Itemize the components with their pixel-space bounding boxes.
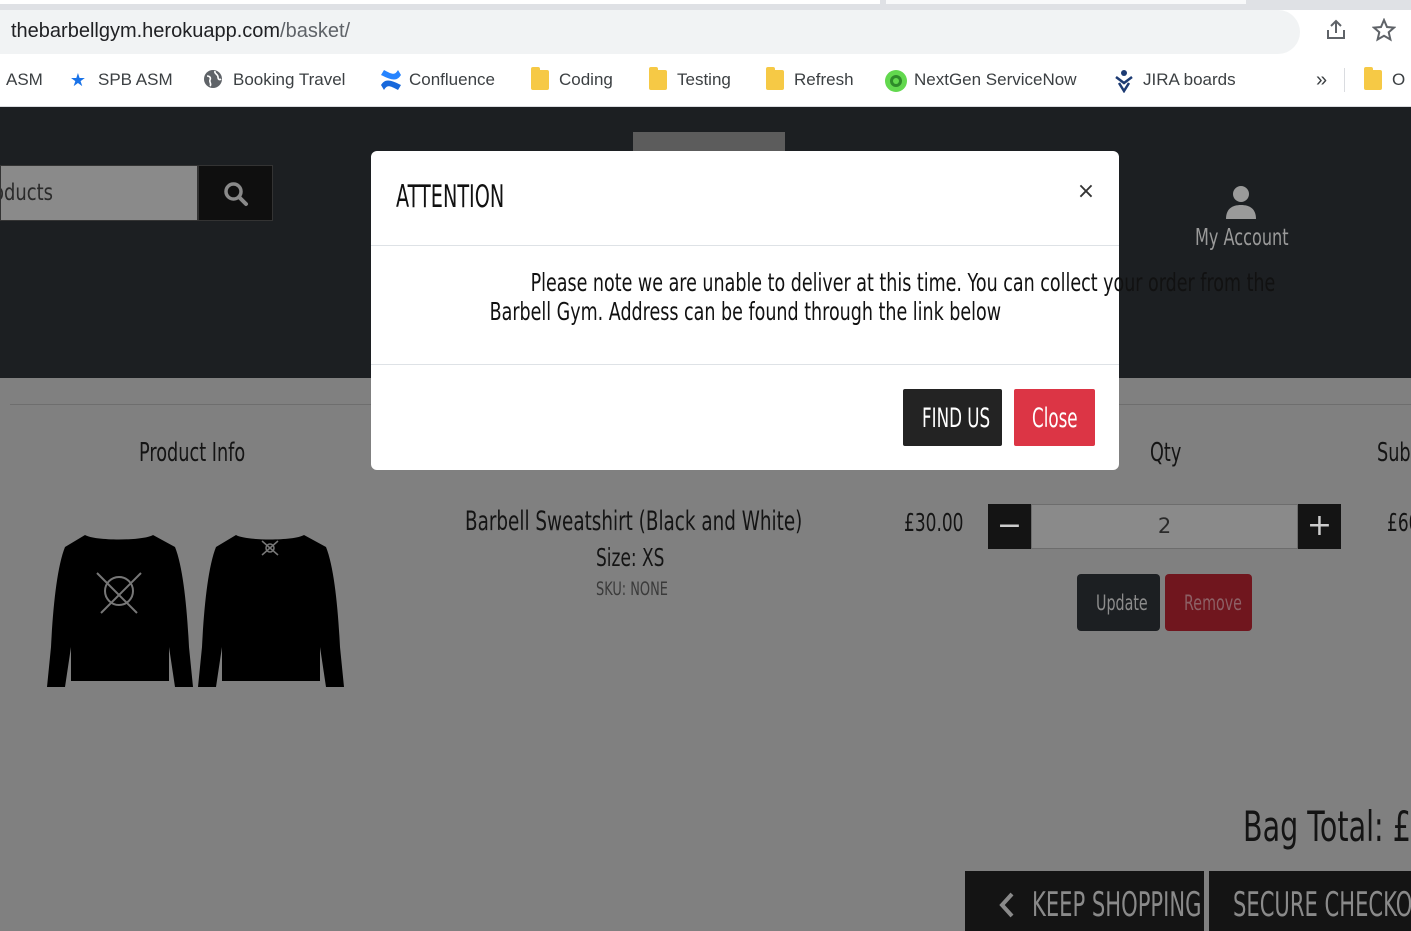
user-icon xyxy=(1226,186,1256,219)
folder-icon xyxy=(649,67,667,90)
bookmark-refresh[interactable]: Refresh xyxy=(766,66,854,94)
keep-shopping-button[interactable]: KEEP SHOPPING xyxy=(965,871,1204,931)
overflow-chevron-icon: » xyxy=(1316,68,1328,91)
find-us-label: FIND US xyxy=(922,403,991,434)
bookmark-label: O xyxy=(1392,70,1406,89)
product-subtotal: £60 xyxy=(1387,508,1411,537)
update-label: Update xyxy=(1096,591,1148,615)
chevron-left-icon xyxy=(999,892,1014,918)
bag-total: Bag Total: £6 xyxy=(1243,802,1411,851)
remove-label: Remove xyxy=(1184,591,1242,615)
globe-icon xyxy=(203,69,223,91)
url-path: /basket/ xyxy=(280,20,351,42)
modal-body-line-2: Barbell Gym. Address can be found throug… xyxy=(489,297,1001,326)
bookmark-label: SPB ASM xyxy=(98,70,173,89)
bookmark-label: Testing xyxy=(677,70,731,89)
modal-close-icon[interactable]: × xyxy=(1076,179,1096,205)
confluence-icon xyxy=(379,69,401,91)
bookmark-coding[interactable]: Coding xyxy=(531,66,613,94)
bookmark-other-folder[interactable]: O xyxy=(1364,66,1405,94)
bookmark-nextgen-servicenow[interactable]: NextGen ServiceNow xyxy=(884,66,1077,94)
share-icon[interactable] xyxy=(1323,18,1349,44)
column-header-qty: Qty xyxy=(1150,438,1182,468)
bookmark-confluence[interactable]: Confluence xyxy=(379,66,495,94)
url-host: thebarbellgym.herokuapp.com xyxy=(11,20,281,42)
close-label: Close xyxy=(1032,403,1078,434)
product-image-front xyxy=(47,535,193,687)
product-image-back xyxy=(198,535,344,687)
remove-button[interactable]: Remove xyxy=(1165,574,1252,631)
jira-icon xyxy=(1113,69,1133,94)
product-price: £30.00 xyxy=(904,508,964,537)
bookmark-testing[interactable]: Testing xyxy=(649,66,731,94)
browser-tab-strip xyxy=(0,0,1411,10)
qty-increment-button[interactable]: + xyxy=(1298,504,1341,549)
address-bar: thebarbellgym.herokuapp.com/basket/ xyxy=(0,10,1411,54)
my-account-label: My Account xyxy=(1195,225,1289,251)
qty-value: 2 xyxy=(1157,514,1172,538)
bookmark-label: Booking Travel xyxy=(233,70,346,89)
search-icon xyxy=(224,182,248,206)
bookmarks-divider xyxy=(1344,68,1345,92)
bookmark-label: Confluence xyxy=(409,70,496,89)
url-field[interactable]: thebarbellgym.herokuapp.com/basket/ xyxy=(0,10,1300,54)
search-button[interactable] xyxy=(198,165,273,221)
product-size: Size: XS xyxy=(596,543,664,572)
close-button[interactable]: Close xyxy=(1014,389,1095,446)
keep-shopping-label: KEEP SHOPPING xyxy=(1032,885,1202,925)
find-us-button[interactable]: FIND US xyxy=(903,389,1002,446)
search-input[interactable]: oducts xyxy=(0,165,198,221)
product-name: Barbell Sweatshirt (Black and White) xyxy=(465,506,803,537)
qty-input[interactable]: 2 xyxy=(1031,504,1298,549)
bookmark-label: ASM xyxy=(6,70,43,89)
bookmark-star-icon[interactable] xyxy=(1371,17,1397,44)
bookmark-label: Refresh xyxy=(794,70,854,89)
bookmarks-bar: ASM ★ SPB ASM Booking Travel Confluence C… xyxy=(0,54,1411,107)
search-placeholder: oducts xyxy=(1,180,53,206)
minus-icon: − xyxy=(996,508,1023,543)
my-account-link[interactable]: My Account xyxy=(1180,185,1300,255)
folder-icon xyxy=(766,67,784,90)
bookmark-spb-asm[interactable]: ★ SPB ASM xyxy=(68,66,173,94)
bookmark-jira-boards[interactable]: JIRA boards xyxy=(1113,66,1236,94)
site-logo[interactable] xyxy=(633,132,785,152)
column-header-product-info: Product Info xyxy=(139,438,246,468)
browser-tab[interactable] xyxy=(886,0,1246,4)
modal-title: ATTENTION xyxy=(396,179,505,215)
bookmark-label: JIRA boards xyxy=(1143,70,1236,89)
qty-decrement-button[interactable]: − xyxy=(988,504,1031,549)
size-value: XS xyxy=(642,543,665,572)
browser-tab[interactable] xyxy=(0,0,880,4)
bookmarks-overflow-button[interactable]: » xyxy=(1316,66,1327,94)
plus-icon: + xyxy=(1306,508,1333,543)
bookmark-label: Coding xyxy=(559,70,613,89)
servicenow-icon xyxy=(884,69,907,92)
folder-icon xyxy=(1364,67,1382,90)
modal-footer-divider xyxy=(371,364,1119,365)
bookmark-asm[interactable]: ASM xyxy=(6,66,43,94)
bookmark-label: NextGen ServiceNow xyxy=(914,70,1077,89)
secure-checkout-button[interactable]: SECURE CHECKOUT xyxy=(1209,871,1411,931)
modal-header-divider xyxy=(371,245,1119,246)
bookmark-booking-travel[interactable]: Booking Travel xyxy=(203,66,345,94)
column-header-subtotal: Sub xyxy=(1377,438,1411,468)
secure-checkout-label: SECURE CHECKOUT xyxy=(1233,885,1411,925)
star-icon: ★ xyxy=(69,70,87,90)
folder-icon xyxy=(531,67,549,90)
size-label: Size: xyxy=(596,543,637,572)
product-sku: SKU: NONE xyxy=(596,578,668,600)
update-button[interactable]: Update xyxy=(1077,574,1160,631)
modal-body-line-1: Please note we are unable to deliver at … xyxy=(530,268,1276,297)
attention-modal: ATTENTION × Please note we are unable to… xyxy=(371,151,1276,470)
